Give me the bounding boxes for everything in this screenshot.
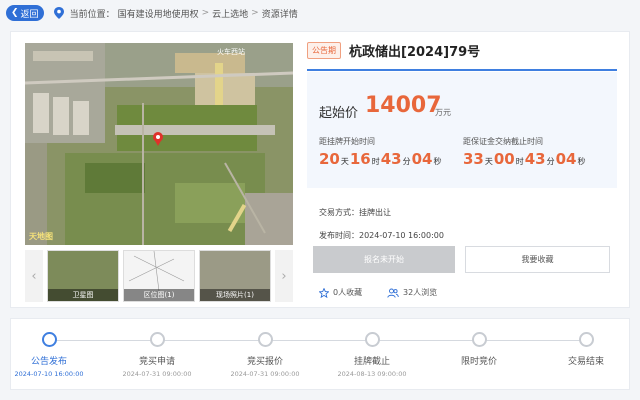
price-panel: 起始价 14007 万元 距挂牌开始时间 20 天 16 时 43 分 04 秒 距保证…	[307, 72, 617, 188]
unit-hour: 时	[371, 157, 380, 166]
unit-min: 分	[546, 157, 555, 166]
step-label: 限时竞价	[460, 357, 497, 367]
breadcrumb-bar: ❮ 返回 当前位置： 国有建设用地使用权 > 云上选地 > 资源详情	[0, 0, 640, 26]
step-date: 2024-07-10 16:00:00	[14, 370, 84, 378]
countdown-start-label: 距挂牌开始时间	[319, 137, 375, 146]
thumb-site-photo[interactable]: 现场照片(1)	[199, 250, 271, 302]
step-dot	[364, 332, 380, 347]
price-unit: 万元	[435, 108, 451, 117]
title-row: 公告期 杭政储出[2024]79号	[307, 41, 480, 60]
publish-time-value: 2024-07-10 16:00:00	[359, 231, 444, 240]
signup-button[interactable]: 报名未开始	[313, 246, 455, 273]
location-pin-icon	[53, 7, 64, 19]
cd-minutes: 43	[524, 150, 546, 168]
publish-time-row: 发布时间：2024-07-10 16:00:00	[319, 230, 444, 241]
step-date: 2024-08-13 09:00:00	[337, 370, 407, 378]
countdown-start: 20 天 16 时 43 分 04 秒	[319, 150, 443, 168]
step-dot	[578, 332, 594, 347]
favorite-count: 0人收藏	[319, 287, 362, 298]
users-icon	[387, 288, 399, 298]
map-station-label: 火车西站	[217, 48, 245, 56]
thumb-satellite[interactable]: 卫星图	[47, 250, 119, 302]
location-prefix: 当前位置：	[69, 9, 115, 20]
listing-info: 公告期 杭政储出[2024]79号 起始价 14007 万元 距挂牌开始时间 2…	[307, 32, 617, 309]
chevron-right-icon: ›	[281, 268, 287, 284]
countdown-deposit: 33 天 00 时 43 分 04 秒	[463, 150, 587, 168]
thumb-prev-button[interactable]: ‹	[25, 250, 43, 302]
cd-days: 33	[463, 150, 484, 168]
location-map-image	[128, 251, 185, 292]
price-value: 14007	[365, 93, 442, 118]
view-count: 32人浏览	[387, 287, 437, 298]
timeline-step: 限时竞价	[429, 332, 529, 370]
title-divider	[307, 69, 617, 71]
unit-hour: 时	[515, 157, 524, 166]
thumb-caption: 现场照片(1)	[200, 289, 270, 301]
resource-card: 火车西站 天地图 ‹ 卫星图 区位图(1) 现场照片(1) › 公告期 杭政储出…	[10, 31, 630, 308]
cd-seconds: 04	[411, 150, 433, 168]
timeline-step: 竞买报价 2024-07-31 09:00:00	[215, 332, 315, 378]
countdown-deposit-label: 距保证金交纳截止时间	[463, 137, 543, 146]
breadcrumb-item[interactable]: 云上选地	[212, 7, 248, 20]
chevron-left-icon: ‹	[31, 268, 37, 284]
breadcrumb-separator: >	[251, 8, 259, 18]
cd-hours: 16	[349, 150, 371, 168]
unit-day: 天	[340, 157, 349, 166]
favorite-count-text: 0人收藏	[333, 288, 363, 297]
step-date: 2024-07-31 09:00:00	[230, 370, 300, 378]
satellite-map[interactable]: 火车西站 天地图	[25, 43, 293, 245]
unit-min: 分	[402, 157, 411, 166]
unit-sec: 秒	[577, 157, 586, 166]
timeline-step: 竞买申请 2024-07-31 09:00:00	[107, 332, 207, 378]
step-label: 竞买申请	[138, 357, 175, 367]
favorite-button[interactable]: 我要收藏	[465, 246, 610, 273]
thumb-location-map[interactable]: 区位图(1)	[123, 250, 195, 302]
satellite-image	[25, 43, 293, 245]
unit-day: 天	[484, 157, 493, 166]
status-badge: 公告期	[307, 42, 341, 59]
step-label: 挂牌截止	[353, 357, 390, 367]
thumb-caption: 卫星图	[48, 289, 118, 301]
unit-sec: 秒	[433, 157, 442, 166]
timeline-step: 挂牌截止 2024-08-13 09:00:00	[322, 332, 422, 378]
step-dot	[257, 332, 273, 347]
step-label: 竞买报价	[246, 357, 283, 367]
star-icon	[319, 287, 329, 298]
back-button[interactable]: ❮ 返回	[6, 5, 44, 21]
cd-minutes: 43	[380, 150, 402, 168]
back-label: 返回	[20, 9, 39, 20]
price-label: 起始价	[319, 106, 359, 121]
breadcrumb-item: 资源详情	[261, 9, 298, 20]
step-label: 公告发布	[30, 357, 67, 367]
timeline-step: 交易结束	[536, 332, 636, 370]
publish-time-label: 发布时间：	[319, 231, 359, 240]
step-date: 2024-07-31 09:00:00	[122, 370, 192, 378]
step-dot	[471, 332, 487, 347]
map-watermark: 天地图	[29, 232, 53, 241]
trade-method-row: 交易方式：挂牌出让	[319, 207, 391, 218]
thumb-next-button[interactable]: ›	[275, 250, 293, 302]
trade-method-value: 挂牌出让	[359, 208, 391, 217]
breadcrumb-separator: >	[201, 8, 210, 18]
thumbnail-strip: ‹ 卫星图 区位图(1) 现场照片(1) ›	[25, 250, 293, 302]
step-dot	[149, 332, 165, 347]
step-label: 交易结束	[567, 357, 604, 367]
listing-title: 杭政储出[2024]79号	[349, 45, 481, 60]
cd-hours: 00	[493, 150, 515, 168]
back-arrow-icon: ❮	[11, 8, 19, 18]
view-count-text: 32人浏览	[403, 288, 438, 297]
progress-timeline: 公告发布 2024-07-10 16:00:00 竞买申请 2024-07-31…	[10, 318, 630, 390]
trade-method-label: 交易方式：	[319, 208, 359, 217]
thumb-caption: 区位图(1)	[124, 289, 194, 301]
cd-days: 20	[319, 150, 340, 168]
step-dot	[41, 332, 57, 347]
breadcrumb-item[interactable]: 国有建设用地使用权	[118, 7, 199, 20]
cd-seconds: 04	[555, 150, 577, 168]
breadcrumb: 当前位置： 国有建设用地使用权 > 云上选地 > 资源详情	[70, 7, 298, 20]
timeline-step: 公告发布 2024-07-10 16:00:00	[0, 332, 99, 378]
